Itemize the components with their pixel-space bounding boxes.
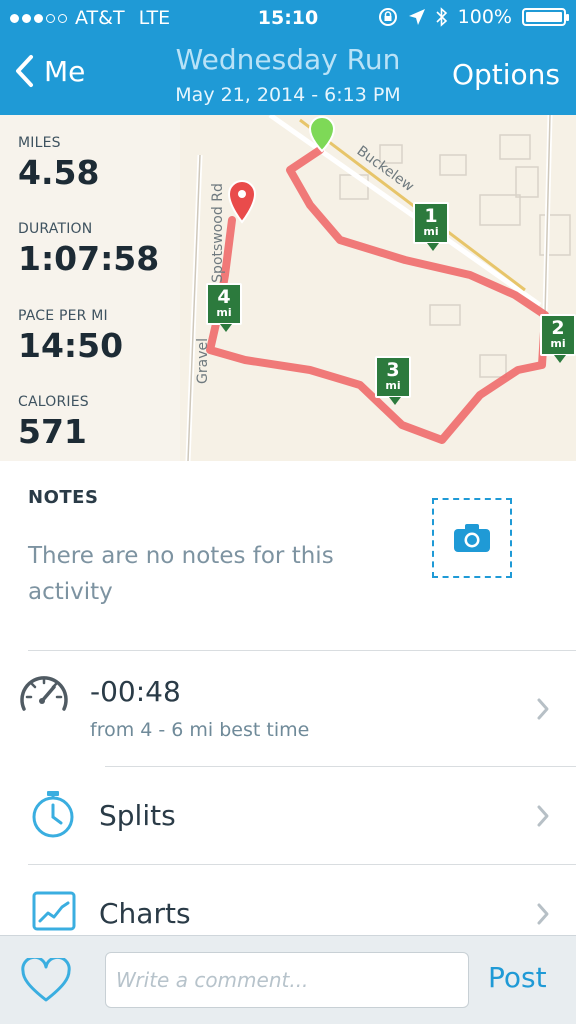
battery-percent: 100% (457, 6, 512, 28)
mile-marker-unit: mi (216, 306, 232, 319)
splits-row[interactable]: Splits (0, 767, 576, 864)
stats-panel: MILES 4.58 DURATION 1:07:58 PACE PER MI … (0, 115, 180, 461)
comment-bar: Post (0, 935, 576, 1024)
status-bar: AT&T LTE 15:10 100% (0, 0, 576, 36)
stat-label: MILES (18, 135, 61, 151)
stat-value: 14:50 (18, 326, 124, 365)
stat-pace: PACE PER MI 14:50 (18, 308, 123, 365)
stat-label: DURATION (18, 221, 93, 237)
stat-value: 571 (18, 412, 87, 451)
bluetooth-icon (436, 7, 447, 27)
mile-marker-1: 1 mi (413, 202, 449, 251)
mile-marker-unit: mi (550, 337, 566, 350)
stat-value: 1:07:58 (18, 239, 160, 278)
mile-marker-4: 4 mi (206, 283, 242, 332)
battery-icon (522, 8, 569, 26)
add-photo-button[interactable] (432, 498, 512, 578)
rotation-lock-icon (378, 8, 397, 26)
stat-label: PACE PER MI (18, 308, 108, 324)
options-button[interactable]: Options (452, 58, 560, 91)
stat-miles: MILES 4.58 (18, 135, 99, 192)
nav-bar: Me Wednesday Run May 21, 2014 - 6:13 PM … (0, 40, 576, 112)
road-label-gravel: Gravel (194, 338, 211, 384)
mile-marker-3: 3 mi (375, 356, 411, 405)
splits-label: Splits (99, 799, 176, 832)
charts-label: Charts (99, 897, 191, 930)
chevron-right-icon (537, 805, 549, 827)
notes-title: NOTES (28, 487, 99, 508)
mile-marker-number: 1 (424, 205, 438, 227)
speedometer-icon (20, 676, 68, 711)
chevron-right-icon (537, 698, 549, 720)
stat-label: CALORIES (18, 394, 89, 410)
mile-marker-number: 4 (217, 286, 231, 308)
notes-empty-text: There are no notes for this activity (28, 543, 334, 605)
stopwatch-icon (32, 791, 74, 838)
chevron-right-icon (537, 903, 549, 925)
mile-marker-2: 2 mi (540, 314, 576, 363)
best-time-subtitle: from 4 - 6 mi best time (90, 719, 310, 741)
stat-value: 4.58 (18, 153, 100, 192)
mile-marker-number: 3 (386, 359, 400, 381)
mile-marker-number: 2 (551, 317, 565, 339)
post-button[interactable]: Post (488, 961, 547, 994)
camera-icon (454, 524, 490, 552)
charts-row[interactable]: Charts (0, 865, 576, 935)
status-right: 100% (378, 6, 569, 28)
best-time-row[interactable]: -00:48 from 4 - 6 mi best time (0, 651, 576, 766)
best-time-value: -00:48 (90, 675, 181, 708)
chart-icon (32, 891, 76, 931)
header-bar: AT&T LTE 15:10 100% Me Wednesday Run May… (0, 0, 576, 115)
like-heart-icon[interactable] (20, 958, 72, 1004)
stat-calories: CALORIES 571 (18, 394, 89, 451)
stat-duration: DURATION 1:07:58 (18, 221, 159, 278)
mile-marker-unit: mi (423, 225, 439, 238)
location-arrow-icon (408, 9, 425, 25)
comment-input[interactable] (105, 952, 469, 1008)
road-label-spotswood: Spotswood Rd (209, 183, 226, 283)
mile-marker-unit: mi (385, 379, 401, 392)
route-map[interactable]: Buckelew Spotswood Rd Gravel 1 mi 2 mi 3… (180, 115, 576, 461)
end-pin-icon (227, 179, 257, 224)
